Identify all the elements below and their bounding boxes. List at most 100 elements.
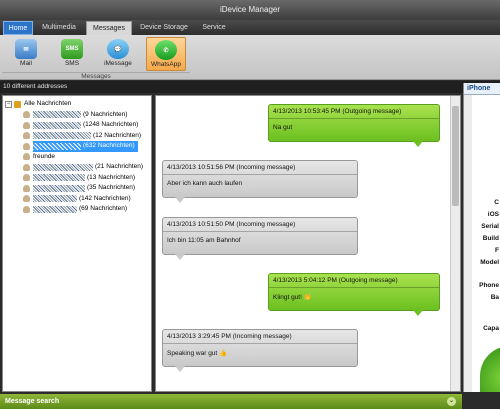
bubble-tail	[413, 310, 423, 316]
message-header: 4/13/2013 5:04:12 PM (Outgoing message)	[269, 274, 439, 288]
tree-item[interactable]: (69 Nachrichten)	[23, 204, 149, 215]
device-info-panel: iPhone C iOS Serial Build F Model Phone …	[463, 83, 500, 392]
info-scrollbar[interactable]	[464, 95, 472, 392]
message-count: (1248 Nachrichten)	[83, 121, 139, 128]
mail-button[interactable]: ✉ Mail	[6, 37, 46, 71]
imessage-label: iMessage	[104, 60, 132, 67]
redacted-name	[33, 205, 77, 213]
message-text: Ich bin 11:05 am Bahnhof	[167, 237, 241, 244]
imessage-button[interactable]: 💬 iMessage	[98, 37, 138, 71]
tree-item[interactable]: (632 Nachrichten)	[23, 141, 149, 152]
info-label: Build	[482, 235, 499, 242]
mail-label: Mail	[20, 60, 32, 67]
ribbon-group-label: Messages	[2, 72, 190, 80]
collapse-icon[interactable]: −	[5, 100, 12, 108]
contact-icon	[23, 142, 30, 150]
bubble-tail	[175, 197, 185, 203]
sms-button[interactable]: SMS SMS	[52, 37, 92, 71]
message-header: 4/13/2013 10:51:50 PM (Incoming message)	[163, 218, 357, 232]
message-count: (12 Nachrichten)	[93, 131, 142, 139]
tab-device-storage[interactable]: Device Storage	[136, 21, 192, 35]
message-list[interactable]: 4/13/2013 10:53:45 PM (Outgoing message)…	[155, 95, 461, 392]
contact-icon	[23, 184, 30, 192]
redacted-name	[33, 121, 81, 129]
tab-iphone[interactable]: iPhone	[464, 83, 500, 95]
message-bubble-incoming[interactable]: 4/13/2013 10:51:50 PM (Incoming message)…	[162, 217, 358, 260]
tree-root-label: Alle Nachrichten	[24, 100, 72, 107]
info-label: F	[495, 247, 499, 254]
message-scrollbar[interactable]	[450, 96, 460, 391]
tree-item[interactable]: (35 Nachrichten)	[23, 183, 149, 194]
tab-bar: Home Multimedia Messages Device Storage …	[0, 20, 500, 35]
message-header: 4/13/2013 10:53:45 PM (Outgoing message)	[269, 105, 439, 119]
info-label: Serial	[481, 223, 499, 230]
message-bubble-incoming[interactable]: 4/13/2013 3:29:45 PM (Incoming message) …	[162, 329, 358, 372]
tree-item[interactable]: (1248 Nachrichten)	[23, 120, 149, 131]
bubble-tail	[175, 366, 185, 372]
message-count: (632 Nachrichten)	[83, 142, 135, 149]
info-label: C	[494, 199, 499, 206]
search-label: Message search	[5, 398, 60, 405]
info-label: Capa	[483, 325, 499, 332]
redacted-name	[33, 184, 85, 192]
tab-multimedia[interactable]: Multimedia	[36, 21, 82, 35]
tab-home[interactable]: Home	[3, 21, 33, 35]
bubble-tail	[175, 254, 185, 260]
whatsapp-icon: ✆	[155, 40, 177, 60]
info-label: Ba	[490, 294, 499, 301]
mail-icon: ✉	[15, 39, 37, 59]
message-count: (9 Nachrichten)	[83, 110, 128, 118]
capacity-chart	[480, 346, 500, 392]
redacted-name	[33, 195, 77, 203]
contact-icon	[23, 163, 30, 171]
tree-item[interactable]: (12 Nachrichten)	[23, 131, 149, 142]
redacted-name	[33, 142, 81, 150]
contact-tree: − Alle Nachrichten (9 Nachrichten) (1248…	[2, 95, 152, 392]
ribbon: ✉ Mail SMS SMS 💬 iMessage ✆ WhatsApp Mes…	[0, 35, 500, 80]
redacted-name	[33, 163, 93, 171]
chevron-down-icon[interactable]: ⌄	[447, 397, 456, 406]
info-label: Phone	[479, 282, 499, 289]
whatsapp-label: WhatsApp	[151, 61, 181, 68]
tab-service[interactable]: Service	[196, 21, 232, 35]
address-count: 10 different addresses	[0, 81, 500, 93]
message-bubble-outgoing[interactable]: 4/13/2013 5:04:12 PM (Outgoing message) …	[268, 273, 440, 316]
sms-label: SMS	[64, 60, 80, 67]
bubble-tail	[413, 141, 423, 147]
message-bubble-outgoing[interactable]: 4/13/2013 10:53:45 PM (Outgoing message)…	[268, 104, 440, 147]
message-search-bar[interactable]: Message search ⌄	[0, 394, 462, 409]
message-text: Aber ich kann auch laufen	[167, 180, 243, 187]
redacted-name	[33, 174, 85, 182]
tab-messages[interactable]: Messages	[86, 21, 132, 35]
message-text: Na gut	[273, 124, 293, 131]
tree-item[interactable]: (21 Nachrichten)	[23, 162, 149, 173]
selected-contact[interactable]: (632 Nachrichten)	[33, 141, 138, 152]
tree-item[interactable]: (13 Nachrichten)	[23, 173, 149, 184]
whatsapp-button[interactable]: ✆ WhatsApp	[146, 37, 186, 71]
tree-item[interactable]: (9 Nachrichten)	[23, 110, 149, 121]
message-count: (142 Nachrichten)	[79, 194, 131, 202]
contact-icon	[23, 205, 30, 213]
tree-root[interactable]: − Alle Nachrichten	[5, 99, 149, 110]
message-count: (69 Nachrichten)	[79, 205, 128, 212]
contact-icon	[23, 132, 30, 140]
info-label: Model	[480, 259, 499, 266]
message-text: Speaking war gut 👍	[167, 350, 228, 357]
message-count: (21 Nachrichten)	[95, 163, 144, 170]
message-header: 4/13/2013 3:29:45 PM (Incoming message)	[163, 330, 357, 344]
contact-icon	[23, 111, 30, 119]
message-header: 4/13/2013 10:51:56 PM (Incoming message)	[163, 161, 357, 175]
tree-item[interactable]: (142 Nachrichten)	[23, 194, 149, 205]
message-bubble-incoming[interactable]: 4/13/2013 10:51:56 PM (Incoming message)…	[162, 160, 358, 203]
message-text: Klingt gut! 👏	[273, 294, 312, 301]
sms-icon: SMS	[61, 39, 83, 59]
contact-icon	[23, 195, 30, 203]
contact-icon	[23, 174, 30, 182]
tree-item[interactable]: freunde	[23, 152, 149, 163]
redacted-name	[33, 111, 81, 119]
scrollbar-thumb[interactable]	[452, 106, 459, 206]
window-title: iDevice Manager	[0, 0, 500, 20]
contact-icon	[23, 153, 30, 161]
message-count: (35 Nachrichten)	[87, 184, 136, 191]
imessage-icon: 💬	[107, 39, 129, 59]
